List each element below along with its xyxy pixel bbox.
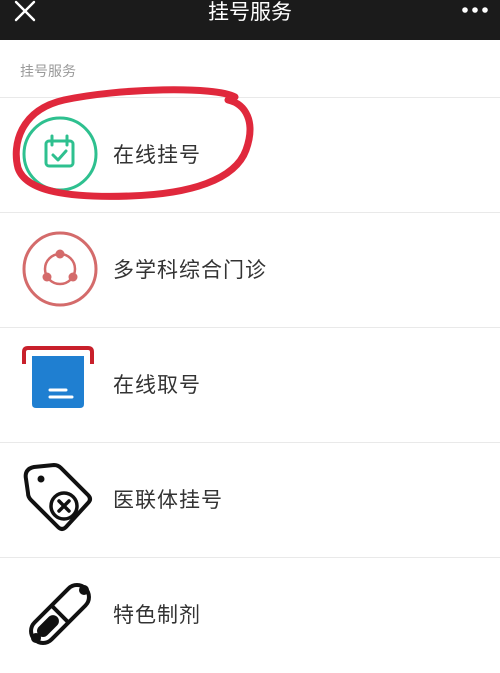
list-item-label: 在线取号 xyxy=(113,373,201,397)
list-item-multidisciplinary-clinic[interactable]: 多学科综合门诊 xyxy=(0,212,500,327)
title-bar: 挂号服务 xyxy=(0,0,500,40)
service-list: 在线挂号 多学科综合门诊 在线取号 医联体挂号 特色制剂 xyxy=(0,97,500,672)
share-nodes-icon xyxy=(22,231,98,307)
list-item-label: 在线挂号 xyxy=(113,143,201,167)
tag-x-icon xyxy=(23,463,92,531)
pill-icon xyxy=(29,583,91,645)
list-item-label: 多学科综合门诊 xyxy=(113,258,267,282)
list-item-online-registration[interactable]: 在线挂号 xyxy=(0,97,500,212)
page-title: 挂号服务 xyxy=(208,0,292,24)
list-item-label: 医联体挂号 xyxy=(113,488,223,512)
list-item-label: 特色制剂 xyxy=(113,603,201,627)
list-item-medical-alliance-registration[interactable]: 医联体挂号 xyxy=(0,442,500,557)
section-label: 挂号服务 xyxy=(20,64,76,80)
calendar-check-icon xyxy=(22,116,98,192)
more-icon[interactable] xyxy=(458,0,492,24)
ticket-dispenser-icon xyxy=(22,346,94,408)
list-item-online-number-pickup[interactable]: 在线取号 xyxy=(0,327,500,442)
list-item-special-preparations[interactable]: 特色制剂 xyxy=(0,557,500,672)
